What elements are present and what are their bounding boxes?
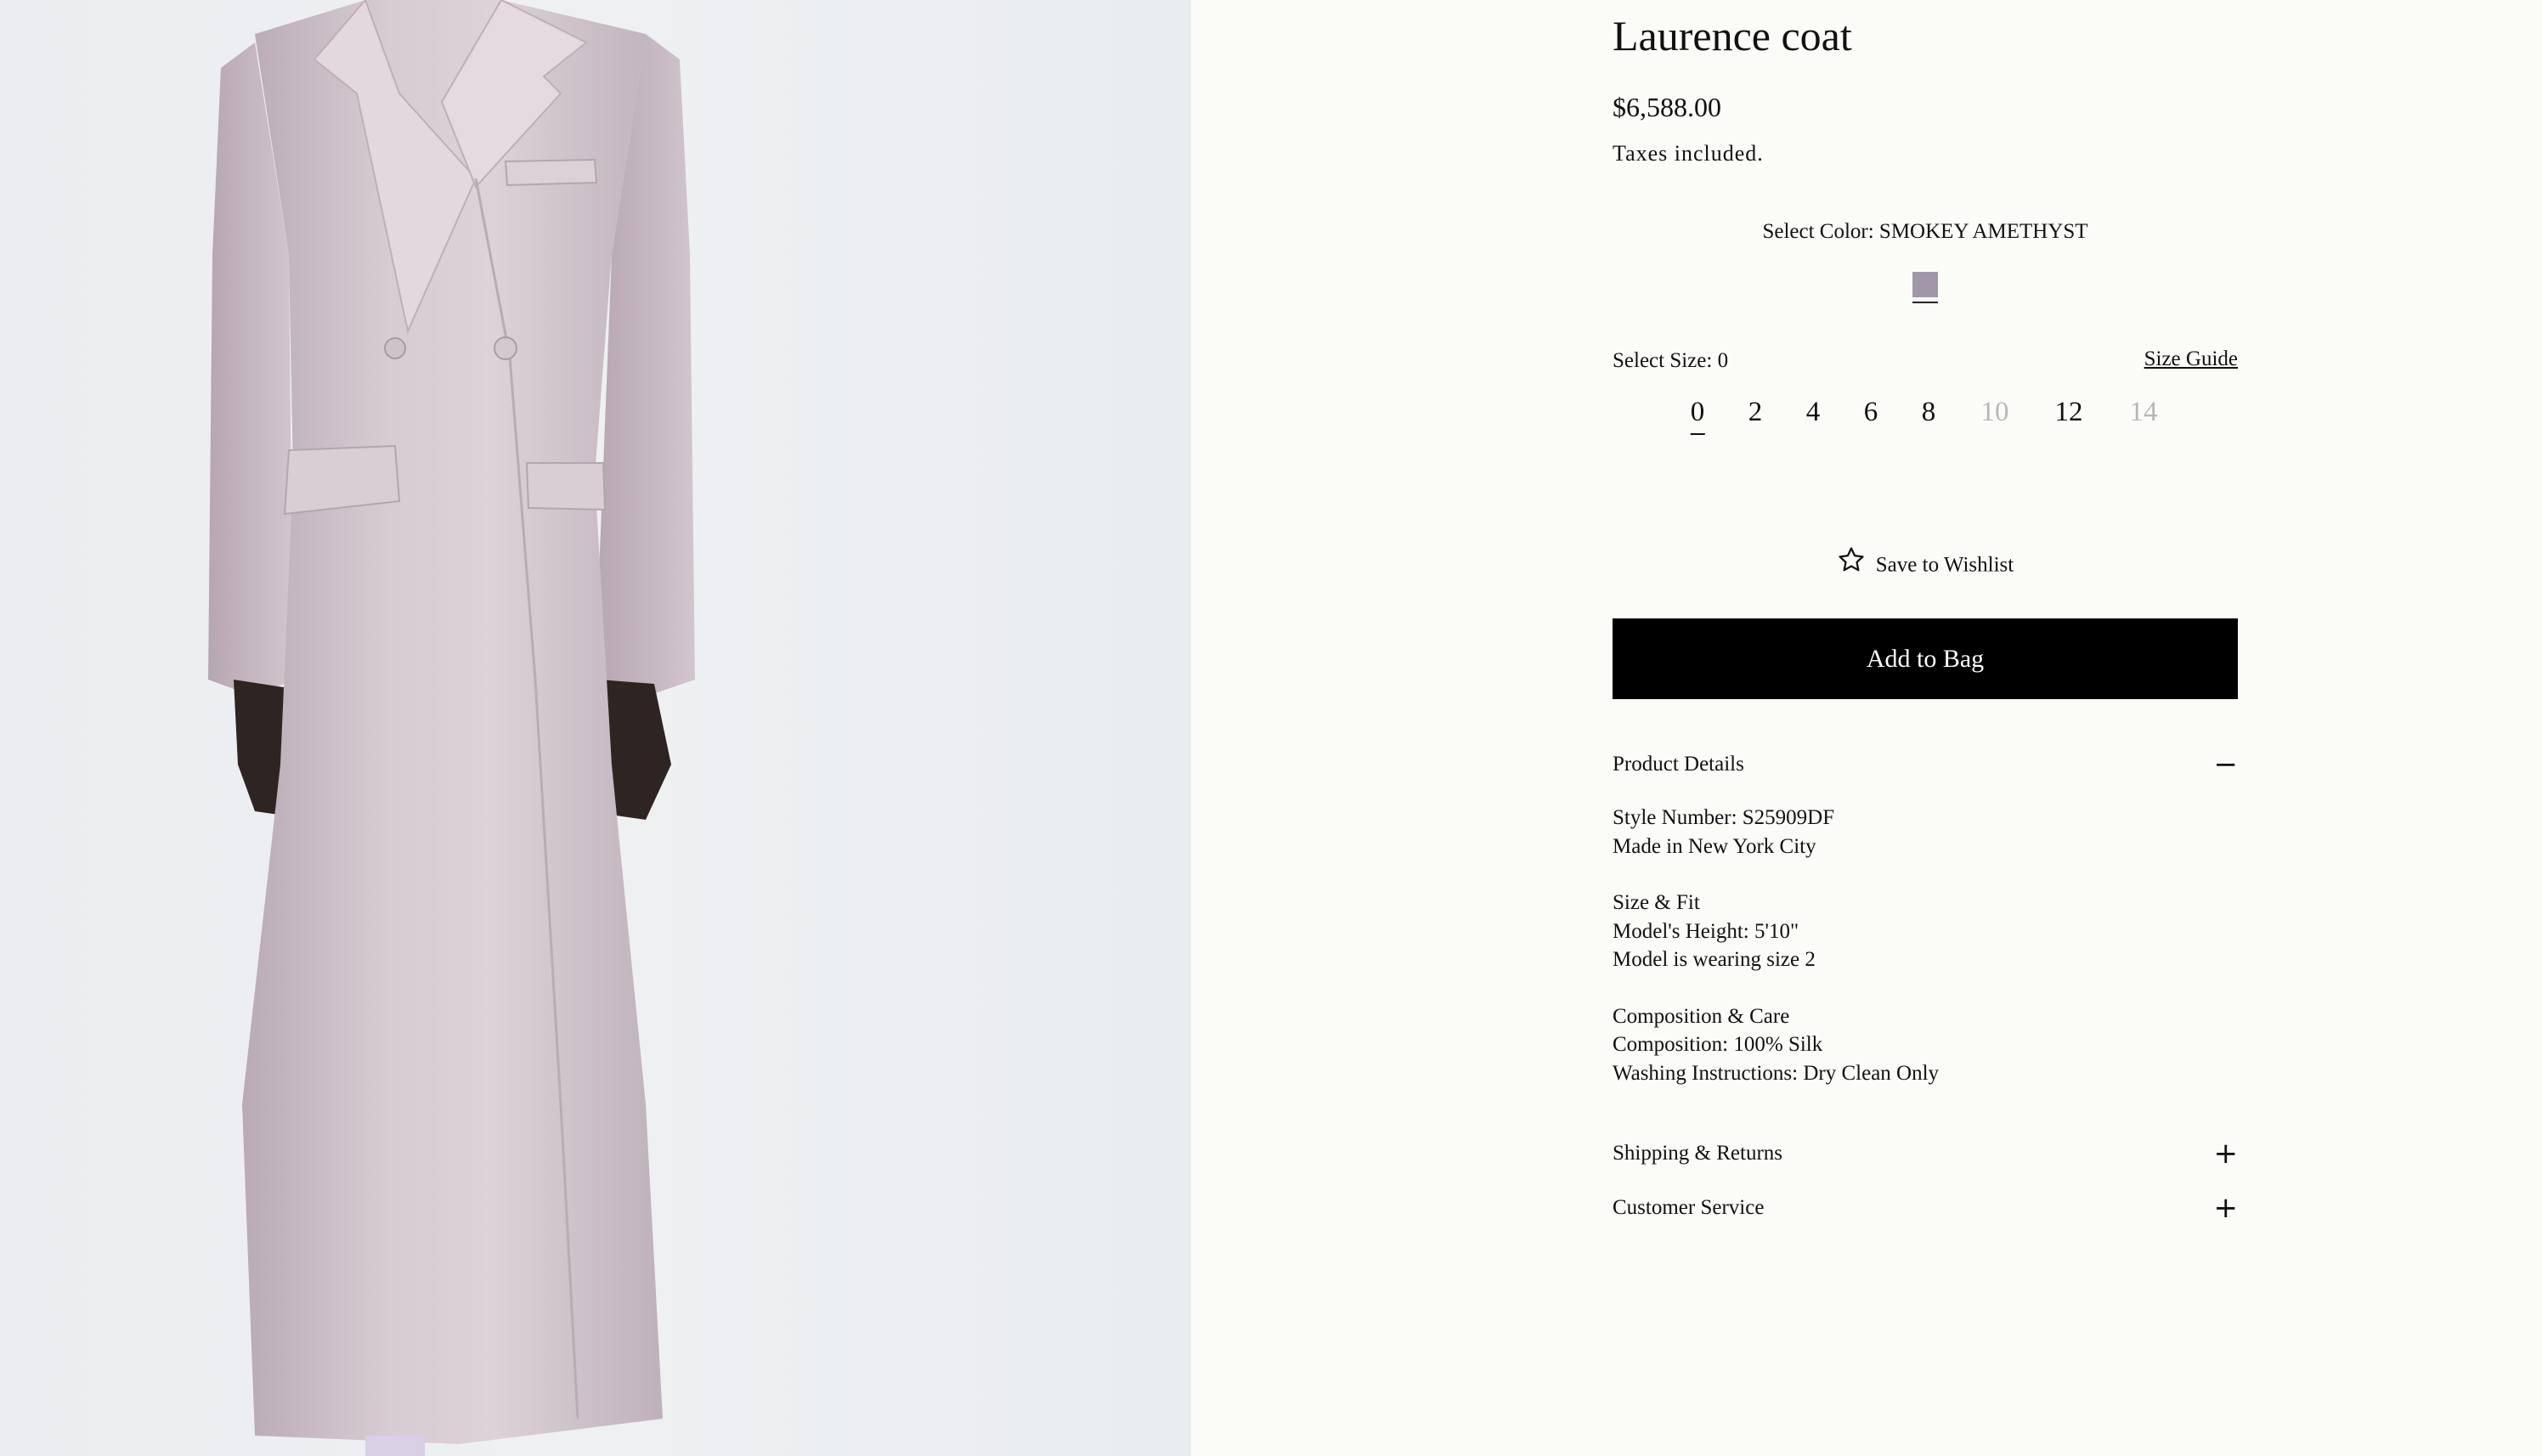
- product-image: [0, 0, 1191, 1456]
- plus-icon[interactable]: +: [2214, 1137, 2239, 1171]
- product-info-panel: Laurence coat $6,588.00 Taxes included. …: [1613, 0, 2238, 1456]
- product-title: Laurence coat: [1613, 12, 1852, 59]
- plus-icon[interactable]: +: [2214, 1191, 2239, 1225]
- accordion-heading: Product Details: [1613, 753, 1744, 776]
- save-to-wishlist-button[interactable]: Save to Wishlist: [1613, 545, 2238, 579]
- product-details-accordion[interactable]: Product Details −: [1613, 748, 2238, 782]
- size-option-unavailable: 10: [1980, 397, 2009, 427]
- shipping-returns-accordion[interactable]: Shipping & Returns +: [1613, 1137, 2238, 1171]
- minus-icon[interactable]: −: [2214, 748, 2239, 782]
- style-number: Style Number: S25909DF: [1613, 806, 1835, 829]
- composition: Composition: 100% Silk: [1613, 1033, 1823, 1056]
- size-option[interactable]: 2: [1748, 391, 1763, 433]
- size-option[interactable]: 8: [1922, 391, 1936, 433]
- size-option[interactable]: 12: [2055, 391, 2083, 433]
- size-option[interactable]: 0: [1690, 391, 1704, 435]
- model-height: Model's Height: 5'10": [1613, 919, 1799, 943]
- size-guide-link[interactable]: Size Guide: [2144, 345, 2238, 374]
- customer-service-accordion[interactable]: Customer Service +: [1613, 1191, 2238, 1225]
- model-size: Model is wearing size 2: [1613, 948, 1816, 971]
- washing-instructions: Washing Instructions: Dry Clean Only: [1613, 1061, 1940, 1085]
- product-price: $6,588.00: [1613, 92, 1721, 122]
- size-option[interactable]: 4: [1806, 391, 1821, 433]
- add-to-bag-button[interactable]: Add to Bag: [1613, 618, 2238, 699]
- star-outline-icon: [1837, 545, 1866, 585]
- color-label: Select Color: SMOKEY AMETHYST: [1762, 220, 2088, 243]
- accordion-heading: Shipping & Returns: [1613, 1142, 1783, 1165]
- size-option[interactable]: 6: [1864, 391, 1878, 433]
- size-label: Select Size: 0: [1613, 349, 1729, 372]
- color-swatch-smokey-amethyst[interactable]: [1912, 272, 1938, 297]
- product-details-content: Style Number: S25909DF Made in New York …: [1613, 804, 2238, 1087]
- accordion-heading: Customer Service: [1613, 1196, 1765, 1219]
- tax-note: Taxes included.: [1613, 141, 1764, 166]
- made-in: Made in New York City: [1613, 834, 1816, 858]
- size-selector: 0 2 4 6 8 10 12 14: [1613, 391, 2238, 435]
- composition-heading: Composition & Care: [1613, 1004, 1790, 1028]
- wishlist-label: Save to Wishlist: [1875, 553, 2014, 577]
- size-option-unavailable: 14: [2129, 397, 2158, 427]
- size-fit-heading: Size & Fit: [1613, 891, 1700, 914]
- swatch-selected-indicator: [1912, 302, 1938, 303]
